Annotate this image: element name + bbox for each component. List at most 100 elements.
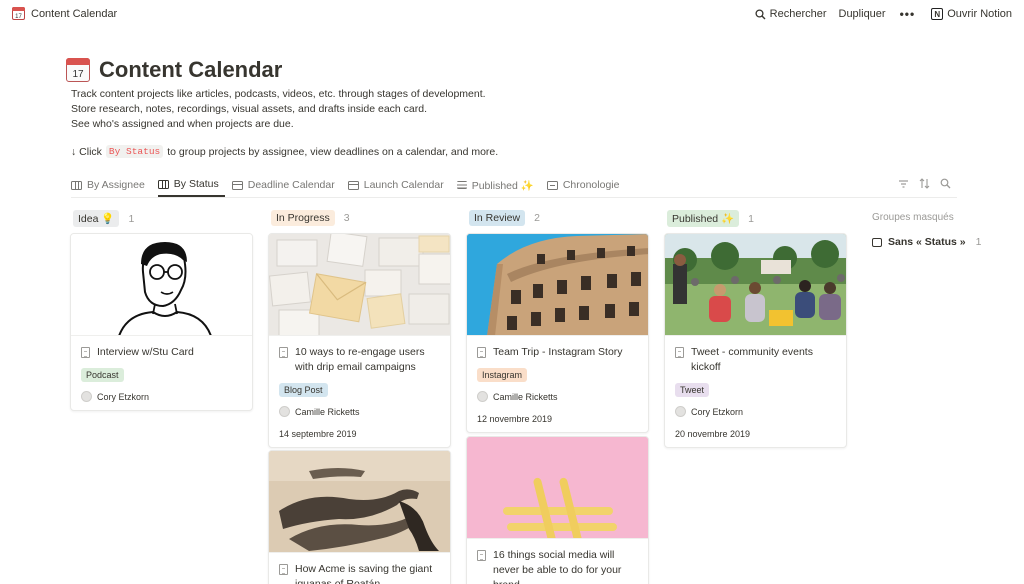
open-notion-button[interactable]: N Ouvrir Notion <box>915 8 1012 20</box>
filter-icon[interactable] <box>898 178 909 189</box>
card-cover-building <box>467 234 648 336</box>
tab-launch-calendar[interactable]: Launch Calendar <box>347 173 450 197</box>
avatar <box>279 406 290 417</box>
hint-prefix: ↓ Click <box>71 145 102 158</box>
card-date: 12 novembre 2019 <box>477 414 553 424</box>
hint-code: By Status <box>105 145 164 158</box>
tab-deadline-calendar[interactable]: Deadline Calendar <box>231 173 341 197</box>
status-pill: In Review <box>469 210 526 226</box>
card-assignee: Camille Ricketts <box>477 391 638 402</box>
duplicate-button-label: Dupliquer <box>838 8 886 20</box>
column-count: 1 <box>748 212 754 225</box>
card-date: 14 septembre 2019 <box>279 429 357 439</box>
card-cover-illustration <box>71 234 252 336</box>
search-icon <box>755 8 766 19</box>
tab-published[interactable]: Published ✨ <box>456 173 540 197</box>
card-tag: Blog Post <box>279 383 328 397</box>
column-header-in-review[interactable]: In Review 2 <box>469 210 540 226</box>
card-title: Tweet - community events kickoff <box>691 346 813 373</box>
more-options-icon[interactable]: ••• <box>900 7 916 21</box>
card-cover-iguanas <box>269 451 450 553</box>
hidden-group-label: Sans « Status » <box>888 236 966 248</box>
assignee-name: Camille Ricketts <box>295 406 360 417</box>
hidden-group-no-status[interactable]: Sans « Status » 1 <box>872 236 981 248</box>
assignee-name: Cory Etzkorn <box>97 391 150 402</box>
tab-label: By Status <box>173 178 219 190</box>
hint-line: ↓ Click By Status to group projects by a… <box>71 145 498 158</box>
page-description: Track content projects like articles, po… <box>71 87 486 132</box>
tab-label: Chronologie <box>562 179 620 191</box>
card-assignee: Camille Ricketts <box>279 406 440 417</box>
card-tag: Instagram <box>477 368 528 382</box>
description-line: Store research, notes, recordings, visua… <box>71 103 428 115</box>
column-count: 1 <box>128 212 135 225</box>
status-pill: Published ✨ <box>667 210 740 227</box>
tab-by-assignee[interactable]: By Assignee <box>71 173 151 197</box>
search-icon[interactable] <box>940 178 951 189</box>
card-cover-hashtag <box>467 437 648 539</box>
card-tag: Podcast <box>81 368 124 382</box>
view-tools <box>898 178 951 189</box>
card-cover-crowd <box>665 234 846 336</box>
sort-icon[interactable] <box>919 178 930 189</box>
card-date: 20 novembre 2019 <box>675 429 751 439</box>
tab-label: By Assignee <box>87 179 145 191</box>
tab-label: Published ✨ <box>471 179 534 192</box>
status-pill: In Progress <box>271 210 335 226</box>
tab-divider <box>71 197 957 198</box>
description-line: Track content projects like articles, po… <box>71 88 486 100</box>
breadcrumb[interactable]: 17 Content Calendar <box>12 7 117 20</box>
board-card[interactable]: 16 things social media will never be abl… <box>466 436 649 584</box>
duplicate-button[interactable]: Dupliquer <box>839 8 886 20</box>
assignee-name: Cory Etzkorn <box>691 406 744 417</box>
board-card[interactable]: Team Trip - Instagram Story Instagram Ca… <box>466 233 649 433</box>
card-title: 16 things social media will never be abl… <box>493 549 622 584</box>
inbox-icon <box>872 237 882 247</box>
breadcrumb-label: Content Calendar <box>31 7 118 20</box>
board-card[interactable]: 10 ways to re-engage users with drip ema… <box>268 233 451 448</box>
top-actions: Rechercher Dupliquer ••• N Ouvrir Notion <box>743 7 1012 21</box>
board-card[interactable]: Tweet - community events kickoff Tweet C… <box>664 233 847 448</box>
card-tag: Tweet <box>675 383 710 397</box>
avatar <box>675 406 686 417</box>
calendar-icon: 17 <box>12 7 25 20</box>
page-icon <box>279 347 288 358</box>
open-notion-label: Ouvrir Notion <box>947 8 1012 20</box>
column-header-published[interactable]: Published ✨ 1 <box>667 210 754 227</box>
card-title: 10 ways to re-engage users with drip ema… <box>295 346 425 373</box>
column-header-idea[interactable]: Idea 💡 1 <box>73 210 134 227</box>
page-calendar-icon[interactable]: 17 <box>66 58 90 82</box>
hint-suffix: to group projects by assignee, view dead… <box>167 145 499 158</box>
avatar <box>477 391 488 402</box>
column-count: 3 <box>343 212 350 224</box>
card-assignee: Cory Etzkorn <box>675 406 836 417</box>
status-pill: Idea 💡 <box>73 210 120 227</box>
avatar <box>81 391 92 402</box>
tab-chronologie[interactable]: Chronologie <box>546 173 626 197</box>
description-line: See who's assigned and when projects are… <box>71 118 294 130</box>
tab-label: Deadline Calendar <box>247 179 335 191</box>
hidden-groups-heading: Groupes masqués <box>872 212 954 223</box>
page-icon <box>279 564 288 575</box>
column-header-in-progress[interactable]: In Progress 3 <box>271 210 350 226</box>
page-icon <box>675 347 684 358</box>
calendar-icon <box>347 180 359 190</box>
hidden-group-count: 1 <box>975 236 982 248</box>
card-title: Interview w/Stu Card <box>97 346 194 358</box>
top-bar: 17 Content Calendar Rechercher Dupliquer… <box>0 0 1024 28</box>
board-icon <box>157 179 169 189</box>
search-button[interactable]: Rechercher <box>755 8 827 20</box>
column-count: 2 <box>534 212 540 224</box>
search-button-label: Rechercher <box>769 8 827 20</box>
page-title[interactable]: Content Calendar <box>99 57 282 83</box>
tab-label: Launch Calendar <box>363 179 444 191</box>
board-card[interactable]: How Acme is saving the giant iguanas of … <box>268 450 451 584</box>
list-icon <box>456 181 467 189</box>
board-icon <box>71 180 82 190</box>
timeline-icon <box>546 180 558 190</box>
card-title: How Acme is saving the giant iguanas of … <box>295 563 433 584</box>
board-card[interactable]: Interview w/Stu Card Podcast Cory Etzkor… <box>70 233 253 411</box>
notion-logo-icon: N <box>931 8 944 20</box>
page-icon <box>477 347 486 358</box>
tab-by-status[interactable]: By Status <box>157 173 225 197</box>
